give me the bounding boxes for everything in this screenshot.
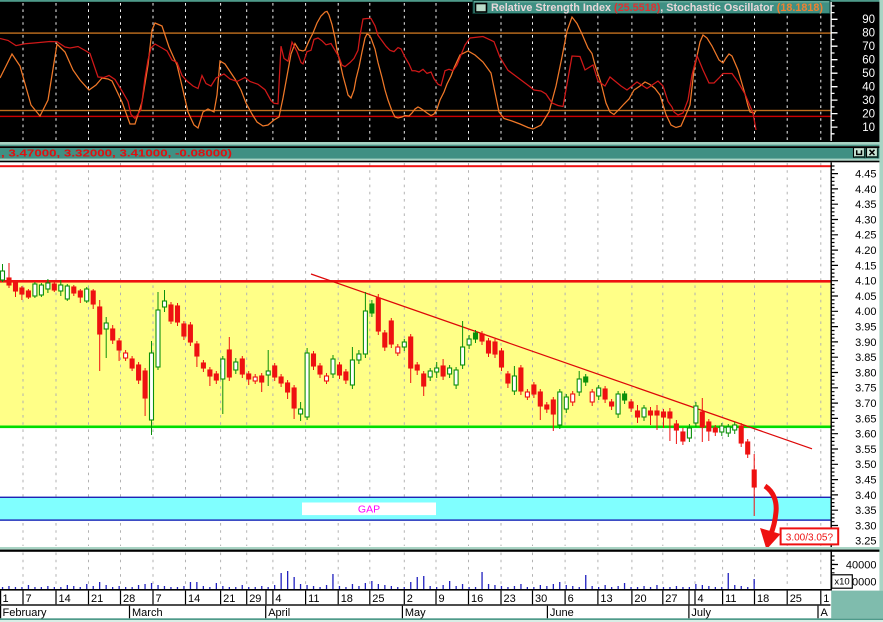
svg-text:4.20: 4.20	[855, 245, 876, 257]
svg-text:14: 14	[188, 593, 200, 605]
svg-text:4.25: 4.25	[855, 230, 876, 242]
svg-text:March: March	[132, 607, 163, 619]
svg-text:20: 20	[862, 109, 875, 121]
svg-text:3.70: 3.70	[855, 398, 876, 410]
svg-text:Relative Strength Index (25.55: Relative Strength Index (25.5518), Stoch…	[491, 2, 823, 14]
svg-text:3.00/3.05?: 3.00/3.05?	[786, 533, 834, 544]
svg-text:80: 80	[862, 28, 875, 40]
svg-text:x10: x10	[834, 577, 849, 588]
svg-text:June: June	[550, 607, 574, 619]
svg-text:40000: 40000	[846, 559, 877, 571]
svg-text:30: 30	[535, 593, 547, 605]
svg-text:21: 21	[223, 593, 235, 605]
svg-text:16: 16	[471, 593, 483, 605]
svg-text:50: 50	[862, 68, 875, 80]
svg-text:A: A	[821, 607, 829, 619]
svg-text:4.30: 4.30	[855, 214, 876, 226]
svg-text:3.95: 3.95	[855, 322, 876, 334]
svg-text:4.05: 4.05	[855, 291, 876, 303]
svg-text:60: 60	[862, 55, 875, 67]
svg-text:February: February	[3, 607, 48, 619]
svg-text:3.35: 3.35	[855, 505, 876, 517]
svg-text:3.75: 3.75	[855, 383, 876, 395]
svg-text:70: 70	[862, 41, 875, 53]
svg-text:April: April	[268, 607, 290, 619]
svg-text:14: 14	[59, 593, 71, 605]
svg-text:6: 6	[568, 593, 574, 605]
svg-text:, 3.47000, 3.32000, 3.41000, -: , 3.47000, 3.32000, 3.41000, -0.08000)	[1, 147, 232, 159]
svg-text:3.80: 3.80	[855, 367, 876, 379]
svg-text:4.00: 4.00	[855, 306, 876, 318]
svg-text:3.55: 3.55	[855, 444, 876, 456]
svg-text:20: 20	[634, 593, 646, 605]
svg-text:4.45: 4.45	[855, 169, 876, 181]
svg-text:11: 11	[725, 593, 736, 605]
svg-text:3.40: 3.40	[855, 490, 876, 502]
svg-text:9: 9	[439, 593, 445, 605]
svg-text:7: 7	[26, 593, 32, 605]
svg-text:7: 7	[156, 593, 162, 605]
svg-text:GAP: GAP	[358, 503, 380, 515]
svg-text:3.90: 3.90	[855, 337, 876, 349]
svg-text:40: 40	[862, 82, 875, 94]
svg-text:11: 11	[308, 593, 319, 605]
svg-text:25: 25	[372, 593, 384, 605]
svg-text:2: 2	[407, 593, 413, 605]
svg-text:90: 90	[862, 14, 875, 26]
svg-text:4.35: 4.35	[855, 199, 876, 211]
svg-text:3.50: 3.50	[855, 459, 876, 471]
svg-text:3.85: 3.85	[855, 352, 876, 364]
svg-text:May: May	[405, 607, 426, 619]
svg-text:4.40: 4.40	[855, 184, 876, 196]
svg-text:30: 30	[862, 95, 875, 107]
svg-text:23: 23	[504, 593, 516, 605]
svg-text:13: 13	[600, 593, 612, 605]
svg-text:18: 18	[757, 593, 769, 605]
svg-text:3.45: 3.45	[855, 475, 876, 487]
svg-text:4.10: 4.10	[855, 276, 876, 288]
svg-text:21: 21	[91, 593, 103, 605]
svg-text:July: July	[691, 607, 711, 619]
svg-text:4.15: 4.15	[855, 260, 876, 272]
svg-text:28: 28	[123, 593, 135, 605]
svg-text:3.30: 3.30	[855, 520, 876, 532]
svg-text:1: 1	[3, 593, 9, 605]
svg-text:1: 1	[823, 593, 829, 605]
svg-text:3.25: 3.25	[855, 536, 876, 548]
svg-text:27: 27	[665, 593, 677, 605]
svg-text:18: 18	[341, 593, 353, 605]
svg-text:3.60: 3.60	[855, 429, 876, 441]
svg-text:4: 4	[698, 593, 704, 605]
svg-text:29: 29	[249, 593, 261, 605]
svg-text:10: 10	[862, 122, 875, 134]
svg-text:3.65: 3.65	[855, 413, 876, 425]
svg-text:4: 4	[275, 593, 281, 605]
svg-text:25: 25	[790, 593, 802, 605]
